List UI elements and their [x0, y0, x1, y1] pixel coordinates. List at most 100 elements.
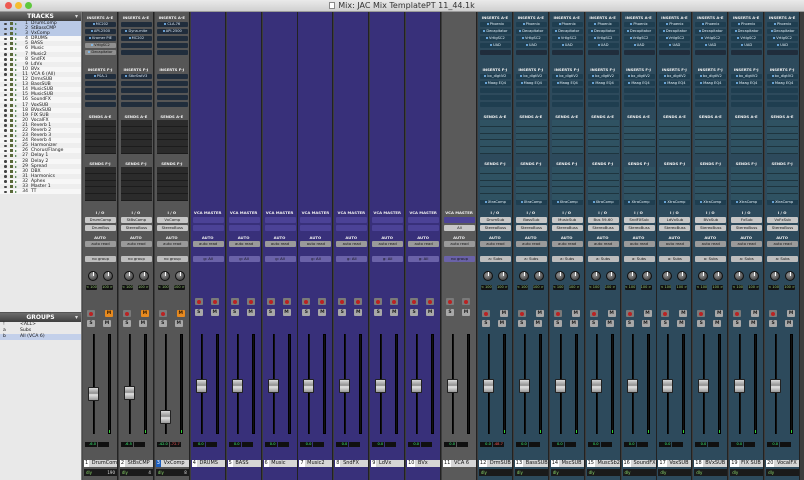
mute-button[interactable]: M [174, 320, 183, 327]
volume-fader[interactable] [447, 378, 458, 393]
plugin-power-icon[interactable] [489, 43, 492, 46]
send-slot[interactable] [515, 134, 547, 141]
record-enable-button[interactable] [553, 310, 562, 317]
send-slot[interactable] [85, 147, 116, 154]
group-selector[interactable]: no group [156, 256, 188, 262]
track-visible-icon[interactable] [10, 149, 13, 153]
track-name-box[interactable]: 17 VoxSUB [658, 460, 692, 467]
output-selector[interactable]: StereoBuss [659, 225, 691, 231]
volume-fader[interactable] [770, 378, 782, 393]
plugin-power-icon[interactable] [735, 74, 738, 77]
track-name-box[interactable]: 14 MscSUB [550, 460, 584, 467]
group-selector[interactable]: g: All [408, 256, 440, 262]
group-selector[interactable]: a: Subs [695, 256, 727, 262]
mute-button[interactable]: M [318, 309, 327, 316]
send-slot[interactable] [85, 134, 116, 141]
output-selector[interactable]: StereoBuss [479, 225, 511, 231]
track-visible-icon[interactable] [10, 108, 13, 112]
track-visible-icon[interactable] [10, 118, 13, 122]
plugin-power-icon[interactable] [666, 22, 669, 25]
insert-slot[interactable] [731, 88, 763, 93]
output-selector[interactable]: StereoBuss [551, 225, 583, 231]
insert-slot[interactable] [551, 95, 583, 100]
insert-slot[interactable]: VrtlgSC2 [551, 36, 583, 41]
sends-ae-block[interactable] [551, 120, 583, 154]
send-slot[interactable] [695, 187, 727, 195]
dropdown-arrow-icon[interactable]: ▾ [75, 13, 78, 20]
send-slot[interactable] [515, 147, 547, 154]
plugin-power-icon[interactable] [484, 200, 487, 203]
send-slot[interactable] [767, 120, 799, 127]
track-name-box[interactable]: 13 BassSUB [514, 460, 548, 467]
send-slot-filled[interactable]: XtraComp [659, 200, 691, 205]
send-slot[interactable] [623, 140, 655, 148]
track-show-dot-icon[interactable] [4, 27, 7, 31]
plugin-power-icon[interactable] [556, 74, 559, 77]
send-slot[interactable] [85, 140, 116, 148]
insert-slot[interactable]: Phoenix [731, 22, 763, 27]
send-slot[interactable] [659, 147, 691, 154]
plugin-power-icon[interactable] [628, 74, 631, 77]
insert-slot[interactable]: VrtlgSC2 [695, 36, 727, 41]
volume-fader[interactable] [482, 378, 494, 393]
send-slot-filled[interactable]: XtraComp [587, 200, 619, 205]
insert-slot[interactable] [479, 88, 511, 93]
plugin-power-icon[interactable] [522, 22, 525, 25]
insert-slot[interactable] [120, 102, 152, 107]
input-selector[interactable]: FxSub [731, 217, 763, 223]
input-selector[interactable] [228, 217, 260, 223]
output-selector[interactable] [264, 225, 296, 231]
pan-knob-right[interactable] [749, 271, 760, 281]
record-enable-button[interactable] [661, 310, 670, 317]
insert-slot[interactable] [156, 74, 188, 79]
track-show-dot-icon[interactable] [4, 22, 7, 25]
send-slot[interactable] [85, 120, 116, 127]
send-slot[interactable] [731, 174, 763, 181]
insert-slot[interactable] [767, 50, 799, 55]
insert-slot[interactable]: UAD [623, 43, 655, 48]
input-selector[interactable]: DrumSub [479, 217, 511, 223]
automation-mode-selector[interactable]: auto read [85, 241, 116, 247]
track-name-box[interactable]: 1 DrumComp [84, 460, 117, 467]
insert-slot[interactable]: bx_dlgtlV2 [695, 74, 727, 79]
sends-ae-block[interactable] [731, 120, 763, 154]
plugin-power-icon[interactable] [558, 22, 561, 25]
plugin-power-icon[interactable] [556, 81, 559, 84]
track-show-dot-icon[interactable] [4, 175, 7, 178]
mute-button[interactable]: M [533, 320, 542, 327]
output-selector[interactable]: StereoBuss [623, 225, 655, 231]
automation-mode-selector[interactable]: auto read [623, 241, 655, 247]
track-show-dot-icon[interactable] [4, 165, 7, 168]
plugin-power-icon[interactable] [525, 43, 528, 46]
input-enable-button[interactable] [318, 298, 327, 305]
group-selector[interactable]: a: Subs [587, 256, 619, 262]
input-selector[interactable]: MusicSub [551, 217, 583, 223]
record-enable-button[interactable] [733, 310, 742, 317]
solo-button[interactable]: S [481, 320, 490, 327]
input-monitor-button[interactable]: M [140, 310, 149, 317]
sends-fj-block[interactable] [623, 167, 655, 201]
plugin-power-icon[interactable] [700, 81, 703, 84]
output-selector[interactable] [336, 225, 368, 231]
input-selector[interactable] [336, 217, 368, 223]
insert-slot[interactable] [156, 95, 188, 100]
track-name-box[interactable]: 15 MuscSb2 [586, 460, 620, 467]
track-show-dot-icon[interactable] [4, 190, 7, 194]
insert-slot[interactable]: UAD [551, 43, 583, 48]
send-slot[interactable] [767, 127, 799, 134]
plugin-power-icon[interactable] [633, 43, 636, 46]
mute-button[interactable]: M [677, 320, 686, 327]
send-slot[interactable] [551, 147, 583, 154]
send-slot[interactable] [731, 140, 763, 148]
group-selector[interactable]: g: All [228, 256, 260, 262]
track-name-box[interactable]: 10 BVx [407, 460, 441, 467]
send-slot[interactable] [479, 181, 511, 188]
group-selector[interactable]: a: Subs [659, 256, 691, 262]
pan-knob-right[interactable] [641, 271, 652, 281]
send-slot[interactable] [120, 187, 152, 195]
insert-slot[interactable] [479, 50, 511, 55]
solo-button[interactable]: S [194, 309, 203, 316]
plugin-power-icon[interactable] [698, 29, 701, 32]
record-enable-button[interactable] [158, 310, 167, 317]
send-slot[interactable] [731, 147, 763, 154]
